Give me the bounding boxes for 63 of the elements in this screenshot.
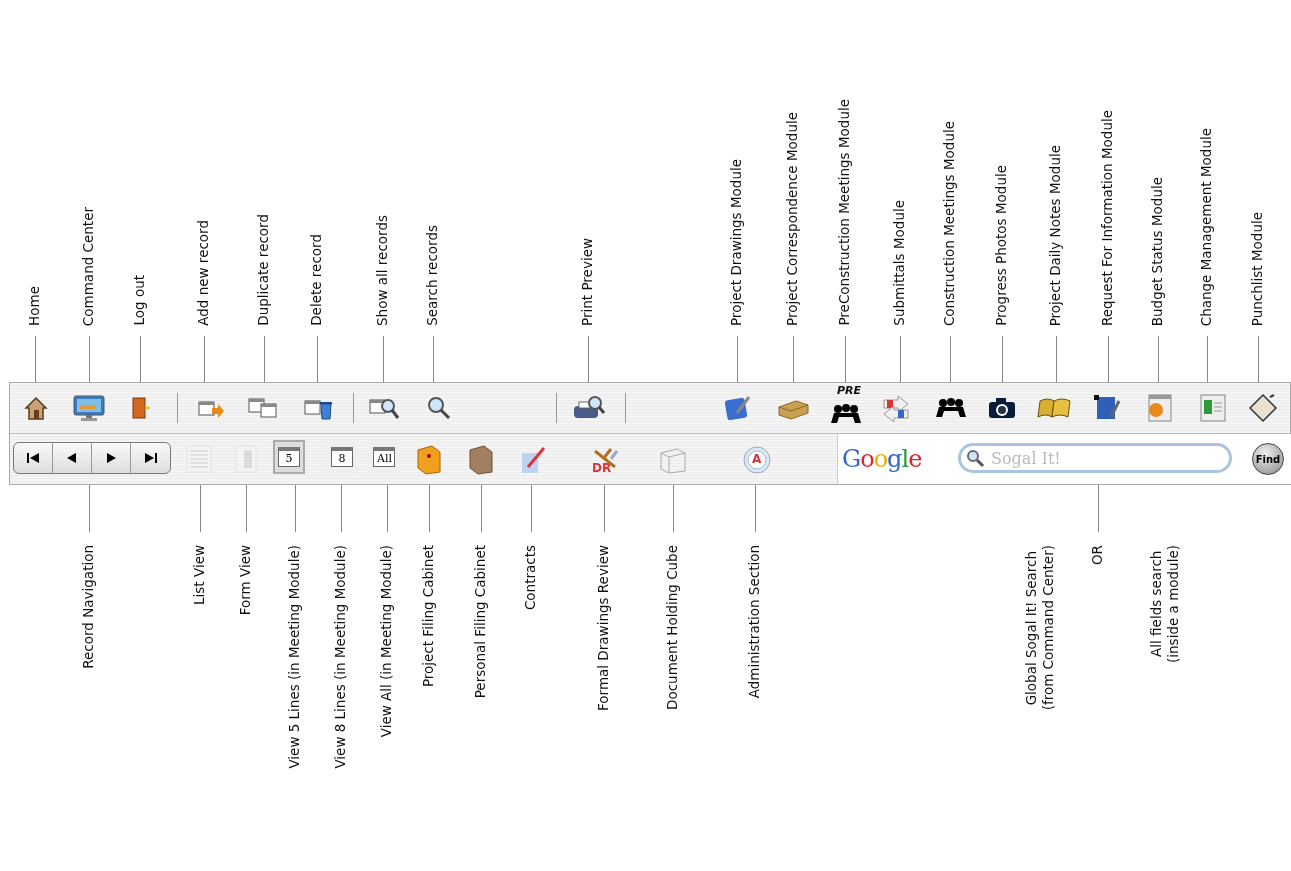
- annotation-label: Formal Drawings Review: [595, 545, 612, 711]
- annotation-label: OR: [1089, 545, 1106, 565]
- annotation-label: Print Preview: [579, 238, 596, 326]
- find-button[interactable]: Find: [1252, 443, 1284, 475]
- annotation-label: Personal Filing Cabinet: [472, 545, 489, 699]
- annotation-label: All fields search (inside a module): [1148, 545, 1182, 663]
- admin-letter: A: [752, 452, 762, 466]
- annotation-label: Submittals Module: [891, 200, 908, 326]
- annotation-label: Delete record: [308, 234, 325, 326]
- annotation-label: Progress Photos Module: [993, 165, 1010, 326]
- last-record-icon: [142, 451, 159, 465]
- annotation-label: Request For Information Module: [1099, 109, 1116, 326]
- drawing-pencil-icon[interactable]: [723, 393, 753, 423]
- annotation-label: View 8 Lines (in Meeting Module): [332, 545, 349, 769]
- people-group-icon[interactable]: [829, 403, 863, 425]
- home-icon[interactable]: [23, 395, 49, 421]
- pre-label: PRE: [837, 384, 862, 397]
- camera-icon[interactable]: [987, 396, 1017, 420]
- annotation-label: Add new record: [195, 220, 212, 326]
- annotation-label: Home: [26, 286, 43, 326]
- annotation-label: Log out: [131, 275, 148, 326]
- google-logo: Google: [842, 445, 922, 473]
- annotation-label: Show all records: [374, 215, 391, 326]
- first-record-icon: [25, 451, 41, 465]
- search-field[interactable]: Sogal It!: [958, 443, 1232, 473]
- submittal-arrows-icon[interactable]: [880, 394, 912, 422]
- annotation-label: Contracts: [522, 545, 539, 611]
- annotation-label: Document Holding Cube: [664, 545, 681, 710]
- cabinet-box-icon[interactable]: [466, 444, 496, 476]
- clipboard-icon[interactable]: [1248, 393, 1278, 423]
- annotation-label: Command Center: [80, 206, 97, 326]
- annotation-label: Search records: [424, 225, 441, 326]
- annotation-label: Project Filing Cabinet: [420, 545, 437, 688]
- annotation-label: Project Drawings Module: [728, 158, 745, 326]
- annotation-label: List View: [191, 545, 208, 605]
- annotation-label: Budget Status Module: [1149, 176, 1166, 326]
- annotation-label: Project Daily Notes Module: [1047, 144, 1064, 326]
- change-sheet-icon[interactable]: [1198, 393, 1228, 423]
- admin-circle-icon[interactable]: [742, 445, 772, 475]
- duplicate-record-icon[interactable]: [247, 395, 279, 421]
- search-icon[interactable]: [426, 395, 452, 421]
- dr-label: DR: [592, 461, 612, 475]
- annotation-label: Administration Section: [746, 545, 763, 699]
- search-icon: [965, 448, 985, 468]
- people-group-icon[interactable]: [934, 397, 968, 419]
- view-lines-button[interactable]: 5: [273, 440, 305, 474]
- door-exit-icon[interactable]: [129, 395, 153, 421]
- annotation-label: View 5 Lines (in Meeting Module): [286, 545, 303, 769]
- annotation-label: Record Navigation: [80, 545, 97, 669]
- annotation-label: Form View: [237, 545, 254, 616]
- annotation-label: Construction Meetings Module: [941, 120, 958, 326]
- annotation-label: PreConstruction Meetings Module: [836, 99, 853, 326]
- annotation-label: Duplicate record: [255, 214, 272, 326]
- filing-cabinet-icon[interactable]: [414, 444, 444, 476]
- annotation-label: Project Correspondence Module: [784, 112, 801, 326]
- monitor-icon[interactable]: [72, 394, 106, 422]
- annotation-label: Punchlist Module: [1249, 211, 1266, 326]
- annotation-label: View All (in Meeting Module): [378, 545, 395, 738]
- annotation-label: Change Management Module: [1198, 127, 1215, 326]
- view-lines-button[interactable]: All: [368, 440, 400, 474]
- view-lines-button[interactable]: 8: [326, 440, 358, 474]
- open-book-icon[interactable]: [1036, 395, 1072, 421]
- annotation-label: Global Sogal It! Search (from Command Center): [1023, 545, 1057, 711]
